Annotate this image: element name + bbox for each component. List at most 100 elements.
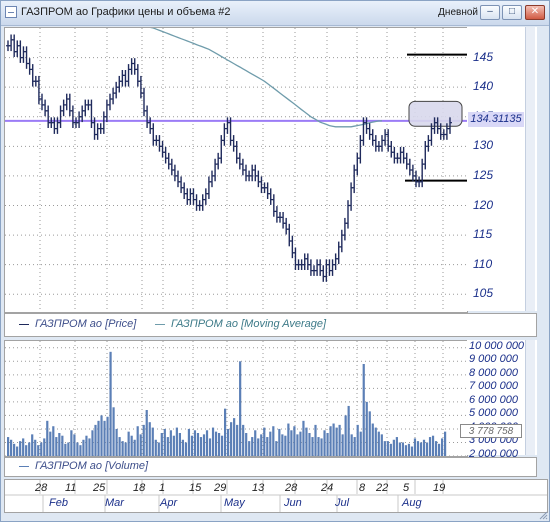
price-bar <box>410 164 415 182</box>
volume-bar <box>419 442 423 456</box>
close-button[interactable]: ✕ <box>525 5 545 20</box>
price-bar <box>210 170 214 188</box>
volume-bar <box>67 442 70 456</box>
volume-bar <box>49 431 52 456</box>
date-day-label: 29 <box>214 482 227 494</box>
legend-ma: ГАЗПРОМ ао [Moving Average] <box>155 318 326 330</box>
price-bar <box>213 158 218 182</box>
price-bar <box>77 111 82 128</box>
volume-bar <box>377 431 380 456</box>
volume-chart-panel[interactable] <box>4 340 468 457</box>
price-tick-label: 145 <box>473 49 494 64</box>
price-bar <box>287 223 292 247</box>
price-chart[interactable] <box>5 26 467 312</box>
volume-bar <box>127 431 130 456</box>
date-day-label: 1 <box>159 482 166 494</box>
volume-bar <box>28 442 31 456</box>
volume-bar <box>344 415 347 456</box>
volume-bar <box>148 422 151 456</box>
price-bar <box>126 64 131 87</box>
minimize-button[interactable]: – <box>480 5 500 20</box>
price-bar <box>315 259 320 276</box>
volume-tick-label: 5 000 000 <box>469 407 518 420</box>
price-bar <box>206 176 211 199</box>
volume-bar <box>154 439 157 456</box>
volume-bar <box>25 445 28 456</box>
volume-bar <box>181 439 184 456</box>
volume-bar <box>365 401 368 456</box>
volume-bar <box>428 437 432 456</box>
volume-bar <box>332 423 335 456</box>
volume-bar <box>10 439 13 456</box>
volume-bar <box>410 446 414 456</box>
price-bar <box>179 176 184 194</box>
title-bar[interactable]: ГАЗПРОМ ао Графики цены и объема #2 Днев… <box>1 1 549 26</box>
price-bar <box>423 141 428 170</box>
price-bar <box>222 123 227 146</box>
date-day-label: 15 <box>189 482 202 494</box>
price-bar <box>380 135 384 152</box>
volume-bar <box>208 438 212 456</box>
price-bar <box>132 58 137 75</box>
volume-bar <box>353 437 356 456</box>
price-bar <box>318 259 323 276</box>
resize-grip-icon[interactable] <box>538 510 548 520</box>
volume-bar <box>380 434 383 456</box>
volume-bar <box>362 364 365 456</box>
price-bar <box>355 152 360 176</box>
price-bar <box>330 259 335 276</box>
date-month-label: Mar <box>105 497 124 509</box>
price-bar <box>18 40 23 63</box>
volume-bar <box>368 411 371 456</box>
price-bar <box>274 206 279 223</box>
volume-bar <box>103 420 106 456</box>
price-bar <box>290 235 295 259</box>
volume-bar <box>413 438 417 456</box>
price-bar <box>302 253 307 270</box>
date-axis-gridlines <box>5 480 547 512</box>
price-bar <box>129 58 134 75</box>
date-axis[interactable]: 28 11 25 18 1 15 29 13 28 24 8 22 5 19 Feb Mar Apr May Jun… <box>4 479 548 513</box>
volume-bar <box>335 427 338 456</box>
price-chart-panel[interactable] <box>4 26 468 313</box>
legend-price-label: ГАЗПРОМ ао [Price] <box>35 318 137 330</box>
current-price-label: 134.31135 <box>468 111 524 127</box>
price-bar <box>80 105 85 123</box>
current-volume-label: 3 778 758 <box>460 423 522 438</box>
volume-bar <box>184 442 188 456</box>
volume-bar <box>7 437 10 456</box>
date-month-label: Jun <box>284 497 302 509</box>
volume-bar <box>61 435 64 456</box>
price-bar <box>191 188 196 205</box>
price-bar <box>225 117 230 134</box>
volume-bar <box>359 431 362 456</box>
volume-bar <box>401 442 405 456</box>
volume-bar <box>236 424 239 456</box>
date-day-label: 24 <box>321 482 334 494</box>
volume-bar <box>440 438 444 456</box>
volume-bar <box>19 441 22 456</box>
volume-tick-label: 9 000 000 <box>469 353 518 366</box>
price-bar <box>373 135 378 152</box>
volume-bar <box>404 445 408 456</box>
price-bar <box>250 164 255 182</box>
volume-bar <box>347 405 350 456</box>
price-bar <box>67 93 72 117</box>
volume-bar <box>266 437 269 456</box>
price-bar <box>12 34 17 57</box>
window-title: ГАЗПРОМ ао Графики цены и объема #2 <box>21 6 231 18</box>
price-scrollbar[interactable] <box>525 27 535 311</box>
volume-chart[interactable] <box>5 341 467 457</box>
volume-scrollbar[interactable] <box>525 340 535 455</box>
price-bar <box>284 217 289 235</box>
price-bar <box>358 135 363 164</box>
volume-legend: ГАЗПРОМ ао [Volume] <box>4 457 537 477</box>
volume-bar <box>220 435 224 456</box>
date-month-label: May <box>224 497 245 509</box>
date-day-label: 28 <box>35 482 48 494</box>
price-bar <box>231 135 236 152</box>
price-bar <box>185 188 190 205</box>
maximize-button[interactable]: □ <box>502 5 522 20</box>
volume-bar <box>121 441 124 456</box>
volume-bar <box>323 430 326 456</box>
